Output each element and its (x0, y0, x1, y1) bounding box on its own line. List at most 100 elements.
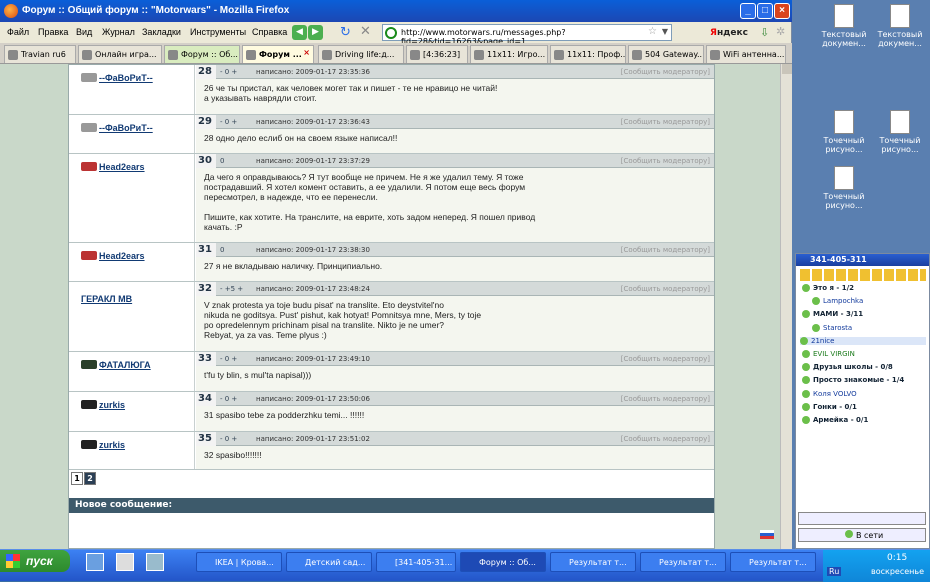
author-link[interactable]: --ФаВоРиТ-- (99, 123, 153, 133)
clock-time[interactable]: 0:15 (887, 553, 907, 563)
window-titlebar[interactable]: Форум :: Общий форум :: "Motorwars" - Mo… (0, 0, 792, 22)
tab-11x11-prof[interactable]: 11x11: Проф... (550, 45, 626, 63)
tab-504-gateway[interactable]: 504 Gateway... (628, 45, 704, 63)
taskbar-item-forum[interactable]: Форум :: Об... (460, 552, 546, 572)
taskbar-item-result-1[interactable]: Результат т... (550, 552, 636, 572)
post-number[interactable]: 35 (196, 432, 216, 446)
post-rating[interactable]: - +5 + (220, 285, 243, 293)
post-number[interactable]: 28 (196, 65, 216, 79)
search-engine-logo[interactable]: Яндекс (710, 28, 748, 38)
icq-contact[interactable]: Коля VOLVO (802, 390, 857, 398)
desktop-icon-bitmap-1[interactable]: Точечный рисуно... (816, 110, 872, 154)
vertical-scrollbar[interactable] (780, 64, 792, 549)
report-link[interactable]: [Сообщить модератору] (621, 395, 710, 403)
menu-bookmarks[interactable]: Закладки (142, 27, 181, 37)
author-link[interactable]: zurkis (99, 440, 125, 450)
scroll-up-icon[interactable] (782, 64, 792, 74)
tab-forum-1[interactable]: Форум :: Об... (164, 45, 240, 63)
close-button[interactable]: × (774, 3, 790, 19)
author-link[interactable]: Head2ears (99, 251, 145, 261)
post-number[interactable]: 32 (196, 282, 216, 296)
report-link[interactable]: [Сообщить модератору] (621, 157, 710, 165)
icq-contact-selected[interactable]: 21nice (800, 337, 926, 345)
report-link[interactable]: [Сообщить модератору] (621, 435, 710, 443)
start-button[interactable]: пуск (0, 550, 70, 572)
tab-11x11-games[interactable]: 11x11: Игро... (470, 45, 548, 63)
author-link[interactable]: zurkis (99, 400, 125, 410)
menu-file[interactable]: Файл (7, 27, 29, 37)
post-number[interactable]: 31 (196, 243, 216, 257)
post-rating[interactable]: - 0 + (220, 118, 237, 126)
taskbar-item-result-2[interactable]: Результат т... (640, 552, 726, 572)
icq-contact[interactable]: EVIL VIRGIN (802, 350, 855, 358)
desktop-icon-text-doc-1[interactable]: Текстовый докумен... (816, 4, 872, 48)
post-rating[interactable]: - 0 + (220, 355, 237, 363)
back-arrow-icon[interactable]: ◀ (292, 25, 307, 40)
icq-group[interactable]: Просто знакомые - 1/4 (802, 376, 904, 384)
minimize-button[interactable]: _ (740, 3, 756, 19)
post-number[interactable]: 30 (196, 154, 216, 168)
post-rating[interactable]: 0 (220, 246, 224, 254)
post-number[interactable]: 29 (196, 115, 216, 129)
tab-wifi[interactable]: WiFi антенна... (706, 45, 786, 63)
icq-group[interactable]: Друзья школы - 0/8 (802, 363, 893, 371)
menu-tools[interactable]: Инструменты (190, 27, 246, 37)
author-link[interactable]: ГЕРАКЛ МВ (81, 294, 132, 304)
page-current-2[interactable]: 2 (84, 472, 96, 485)
quicklaunch-computer-icon[interactable] (146, 553, 164, 571)
taskbar-item-icq[interactable]: [341-405-31... (376, 552, 456, 572)
report-link[interactable]: [Сообщить модератору] (621, 355, 710, 363)
post-number[interactable]: 34 (196, 392, 216, 406)
post-rating[interactable]: - 0 + (220, 395, 237, 403)
post-rating[interactable]: - 0 + (220, 435, 237, 443)
taskbar-item-kindergarten[interactable]: Детский сад... (286, 552, 372, 572)
tab-online-game[interactable]: Онлайн игра... (78, 45, 162, 63)
language-indicator[interactable]: Ru (827, 567, 842, 576)
icq-group[interactable]: Это я - 1/2 (802, 284, 854, 292)
menu-view[interactable]: Вид (76, 27, 92, 37)
author-link[interactable]: --ФаВоРиТ-- (99, 73, 153, 83)
post-rating[interactable]: 0 (220, 157, 224, 165)
quicklaunch-calculator-icon[interactable] (116, 553, 134, 571)
dropdown-arrow-icon[interactable]: ▼ (662, 27, 668, 36)
post-rating[interactable]: - 0 + (220, 68, 237, 76)
close-tab-icon[interactable]: × (303, 48, 310, 57)
page-link-1[interactable]: 1 (71, 472, 83, 485)
taskbar-item-ikea[interactable]: IKEA | Крова... (196, 552, 282, 572)
desktop-icon-bitmap-3[interactable]: Точечный рисуно... (816, 166, 872, 210)
menu-history[interactable]: Журнал (102, 27, 135, 37)
icq-contact[interactable]: Starosta (812, 324, 852, 332)
icq-group[interactable]: Гонки - 0/1 (802, 403, 857, 411)
icq-contact[interactable]: Lampochka (812, 297, 863, 305)
icq-toolbar-icons[interactable] (800, 269, 926, 281)
tab-travian[interactable]: Travian ru6 (4, 45, 76, 63)
author-link[interactable]: ФАТАЛЮГА (99, 360, 151, 370)
report-link[interactable]: [Сообщить модератору] (621, 118, 710, 126)
stop-icon[interactable]: ✕ (360, 24, 371, 39)
icq-titlebar[interactable]: 341-405-311 (796, 254, 929, 266)
tab-timer[interactable]: [4:36:23] (406, 45, 468, 63)
maximize-button[interactable]: □ (757, 3, 773, 19)
report-link[interactable]: [Сообщить модератору] (621, 68, 710, 76)
icq-bottom-toolbar[interactable] (798, 512, 926, 525)
icq-group[interactable]: Армейка - 0/1 (802, 416, 868, 424)
icq-status-button[interactable]: В сети (798, 528, 926, 542)
gear-icon[interactable]: ✲ (776, 25, 785, 38)
quicklaunch-ie-icon[interactable] (86, 553, 104, 571)
bookmark-star-icon[interactable]: ☆ (648, 26, 657, 37)
download-icon[interactable]: ⇩ (760, 26, 769, 39)
menu-help[interactable]: Справка (252, 27, 287, 37)
tab-forum-active[interactable]: Форум ... × (242, 45, 314, 63)
forward-arrow-icon[interactable]: ▶ (308, 25, 323, 40)
address-bar[interactable]: http://www.motorwars.ru/messages.php?fid… (382, 24, 672, 46)
taskbar-item-result-3[interactable]: Результат т... (730, 552, 816, 572)
post-number[interactable]: 33 (196, 352, 216, 366)
desktop-icon-text-doc-2[interactable]: Текстовый докумен... (872, 4, 928, 48)
icq-group[interactable]: МАМИ - 3/11 (802, 310, 863, 318)
desktop-icon-bitmap-2[interactable]: Точечный рисуно... (872, 110, 928, 154)
tab-driving-life[interactable]: Driving life:д... (318, 45, 404, 63)
author-link[interactable]: Head2ears (99, 162, 145, 172)
reload-icon[interactable]: ↻ (340, 25, 351, 40)
report-link[interactable]: [Сообщить модератору] (621, 285, 710, 293)
report-link[interactable]: [Сообщить модератору] (621, 246, 710, 254)
